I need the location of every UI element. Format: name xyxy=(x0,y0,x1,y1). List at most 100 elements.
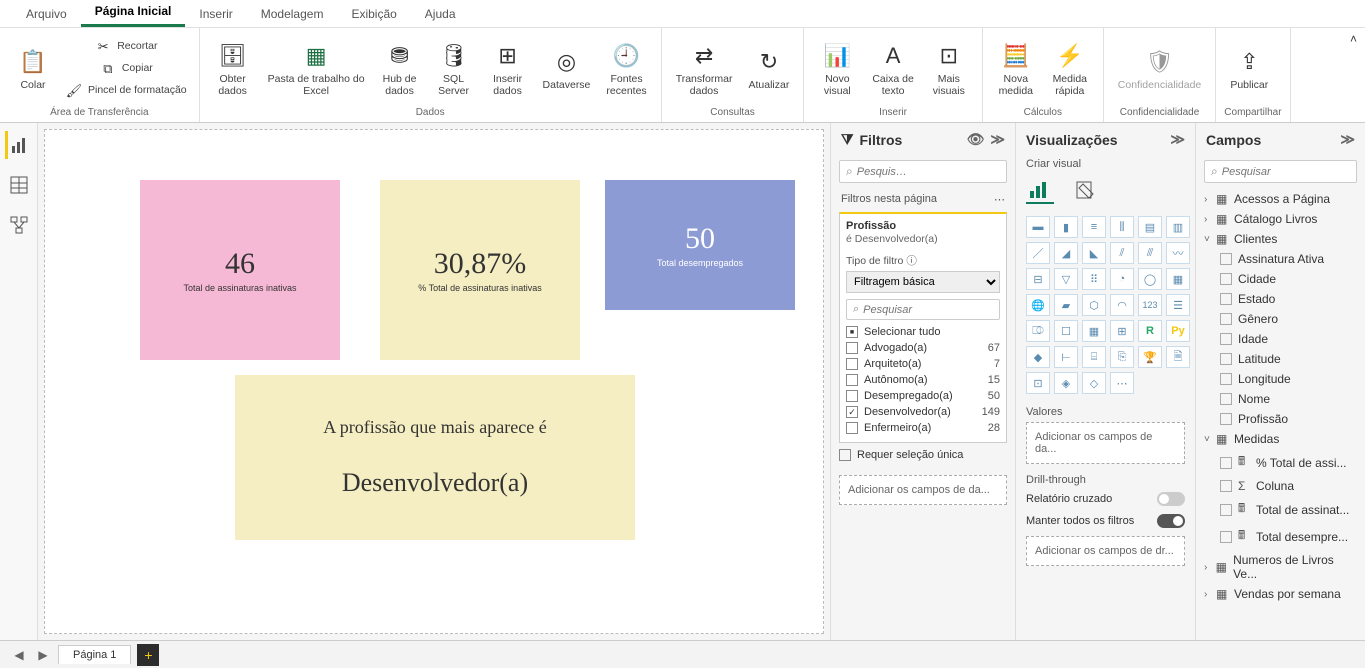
viz-key-influencers[interactable]: ◆ xyxy=(1026,346,1050,368)
viz-stacked-area[interactable]: ◣ xyxy=(1082,242,1106,264)
field-row[interactable]: Assinatura Ativa xyxy=(1202,249,1359,269)
tab-arquivo[interactable]: Arquivo xyxy=(12,1,81,27)
recent-sources-button[interactable]: 🕘Fontes recentes xyxy=(600,36,652,101)
enter-data-button[interactable]: ⊞Inserir dados xyxy=(483,36,533,101)
field-row[interactable]: Nome xyxy=(1202,389,1359,409)
get-data-button[interactable]: 🗄Obter dados xyxy=(208,36,258,101)
canvas[interactable]: 46 Total de assinaturas inativas 30,87% … xyxy=(38,123,830,640)
fields-search-input[interactable] xyxy=(1222,166,1365,178)
filter-opt[interactable]: Desempregado(a)50 xyxy=(846,388,1000,404)
table-row[interactable]: ˅▦Clientes xyxy=(1202,229,1359,249)
viz-clustered-column[interactable]: ⫼ xyxy=(1110,216,1134,238)
collapse-viz-button[interactable]: ≫ xyxy=(1170,131,1185,148)
viz-donut[interactable]: ◯ xyxy=(1138,268,1162,290)
filter-type-select[interactable]: Filtragem básica xyxy=(846,271,1000,293)
table-row[interactable]: ›▦Cátalogo Livros xyxy=(1202,209,1359,229)
filter-opt[interactable]: Desenvolvedor(a)149 xyxy=(846,404,1000,420)
viz-goals[interactable]: 🏆 xyxy=(1138,346,1162,368)
new-measure-button[interactable]: 🧮Nova medida xyxy=(991,36,1041,101)
filter-opt[interactable]: Enfermeiro(a)28 xyxy=(846,420,1000,436)
data-hub-button[interactable]: ⛃Hub de dados xyxy=(375,36,425,101)
viz-filled-map[interactable]: ▰ xyxy=(1054,294,1078,316)
tab-exibicao[interactable]: Exibição xyxy=(337,1,410,27)
field-row[interactable]: Latitude xyxy=(1202,349,1359,369)
field-row[interactable]: Gênero xyxy=(1202,309,1359,329)
field-row[interactable]: Longitude xyxy=(1202,369,1359,389)
viz-r[interactable]: R xyxy=(1138,320,1162,342)
filter-card-profissao[interactable]: Profissão é Desenvolvedor(a) Tipo de fil… xyxy=(839,212,1007,443)
keep-filters-toggle[interactable] xyxy=(1157,514,1185,528)
fields-search[interactable]: ⌕ xyxy=(1204,160,1357,183)
viz-app[interactable]: ⊡ xyxy=(1026,372,1050,394)
viz-map[interactable]: 🌐 xyxy=(1026,294,1050,316)
table-row[interactable]: ›▦Vendas por semana xyxy=(1202,584,1359,604)
viz-python[interactable]: Py xyxy=(1166,320,1190,342)
viz-custom[interactable]: ◈ xyxy=(1054,372,1078,394)
cross-report-toggle[interactable] xyxy=(1157,492,1185,506)
paste-button[interactable]: 📋 Colar xyxy=(8,42,58,96)
viz-multi-card[interactable]: ☰ xyxy=(1166,294,1190,316)
require-single-selection[interactable]: Requer seleção única xyxy=(839,449,1007,461)
table-row[interactable]: ˅▦Medidas xyxy=(1202,429,1359,449)
table-row[interactable]: ›▦Acessos a Página xyxy=(1202,189,1359,209)
field-row[interactable]: Estado xyxy=(1202,289,1359,309)
tab-modelagem[interactable]: Modelagem xyxy=(247,1,338,27)
field-row[interactable]: Cidade xyxy=(1202,269,1359,289)
filter-opt[interactable]: Autônomo(a)15 xyxy=(846,372,1000,388)
viz-ribbon[interactable]: 〰 xyxy=(1166,242,1190,264)
tab-ajuda[interactable]: Ajuda xyxy=(411,1,470,27)
filters-section-more-icon[interactable]: ⋯ xyxy=(994,193,1005,206)
page-tab[interactable]: Página 1 xyxy=(58,645,131,664)
info-icon[interactable]: ⓘ xyxy=(906,255,917,267)
sensitivity-button[interactable]: 🛡Confidencialidade xyxy=(1112,42,1207,96)
viz-matrix[interactable]: ⊞ xyxy=(1110,320,1134,342)
viz-funnel[interactable]: ▽ xyxy=(1054,268,1078,290)
field-row[interactable]: Idade xyxy=(1202,329,1359,349)
viz-card[interactable]: 123 xyxy=(1138,294,1162,316)
dataverse-button[interactable]: ◎Dataverse xyxy=(537,42,597,96)
transform-data-button[interactable]: ⇄Transformar dados xyxy=(670,36,739,101)
add-page-button[interactable]: + xyxy=(137,644,159,666)
refresh-button[interactable]: ↻Atualizar xyxy=(742,42,795,96)
publish-button[interactable]: ⇪Publicar xyxy=(1224,42,1274,96)
viz-area[interactable]: ◢ xyxy=(1054,242,1078,264)
collapse-fields-button[interactable]: ≫ xyxy=(1340,131,1355,148)
filters-search[interactable]: ⌕ xyxy=(839,160,1007,183)
quick-measure-button[interactable]: ⚡Medida rápida xyxy=(1045,36,1095,101)
viz-kpi[interactable]: ⎄ xyxy=(1026,320,1050,342)
viz-stacked-bar[interactable]: ▬ xyxy=(1026,216,1050,238)
viz-scatter[interactable]: ⠿ xyxy=(1082,268,1106,290)
report-view-button[interactable] xyxy=(5,131,33,159)
viz-paginated[interactable]: 🗎 xyxy=(1166,346,1190,368)
filters-search-input[interactable] xyxy=(857,166,1000,178)
viz-qa[interactable]: ⌸ xyxy=(1082,346,1106,368)
card-profissao-top[interactable]: A profissão que mais aparece é Desenvolv… xyxy=(235,375,635,540)
add-page-filters-dropzone[interactable]: Adicionar os campos de da... xyxy=(839,475,1007,505)
ribbon-collapse-button[interactable]: ˄ xyxy=(1342,28,1365,50)
new-visual-button[interactable]: 📊Novo visual xyxy=(812,36,862,101)
filter-values-search-input[interactable] xyxy=(863,304,1006,316)
viz-stacked-column[interactable]: ▮ xyxy=(1054,216,1078,238)
format-visual-tab[interactable] xyxy=(1072,176,1100,204)
format-painter-button[interactable]: 🖌Pincel de formatação xyxy=(62,81,191,101)
viz-100-column[interactable]: ▥ xyxy=(1166,216,1190,238)
model-view-button[interactable] xyxy=(5,211,33,239)
viz-custom2[interactable]: ◇ xyxy=(1082,372,1106,394)
values-dropzone[interactable]: Adicionar os campos de da... xyxy=(1026,422,1185,464)
viz-100-bar[interactable]: ▤ xyxy=(1138,216,1162,238)
field-row[interactable]: ΣColuna xyxy=(1202,476,1359,496)
report-page[interactable]: 46 Total de assinaturas inativas 30,87% … xyxy=(44,129,824,634)
next-page-button[interactable]: ▶ xyxy=(34,646,52,664)
viz-treemap[interactable]: ▦ xyxy=(1166,268,1190,290)
viz-smart-narrative[interactable]: ⎘ xyxy=(1110,346,1134,368)
tab-pagina-inicial[interactable]: Página Inicial xyxy=(81,0,186,27)
table-row[interactable]: ›▦Numeros de Livros Ve... xyxy=(1202,550,1359,584)
viz-gauge[interactable]: ◠ xyxy=(1110,294,1134,316)
field-row[interactable]: Profissão xyxy=(1202,409,1359,429)
field-row[interactable]: 🖩Total desempre... xyxy=(1202,523,1359,550)
viz-table[interactable]: ▦ xyxy=(1082,320,1106,342)
more-visuals-button[interactable]: ⊡Mais visuais xyxy=(924,36,974,101)
viz-line[interactable]: ／ xyxy=(1026,242,1050,264)
data-view-button[interactable] xyxy=(5,171,33,199)
viz-waterfall[interactable]: ⊟ xyxy=(1026,268,1050,290)
